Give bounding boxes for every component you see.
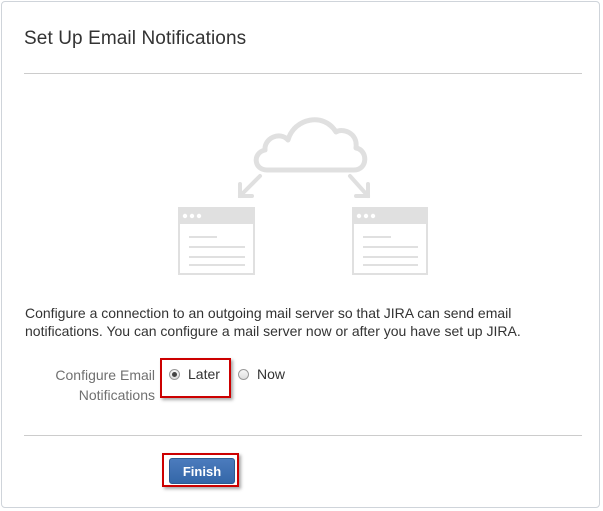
arrow-down-right-icon: [348, 174, 370, 198]
radio-now[interactable]: [238, 368, 249, 380]
arrow-down-left-icon: [238, 174, 262, 198]
radio-option-later[interactable]: Later: [169, 364, 220, 384]
finish-button[interactable]: Finish: [169, 458, 235, 484]
description-text: Configure a connection to an outgoing ma…: [25, 305, 521, 339]
browser-window-icon: [178, 207, 255, 275]
cloud-icon: [253, 117, 368, 173]
header-divider: [24, 73, 582, 74]
mail-server-illustration: [178, 117, 428, 275]
footer-divider: [24, 435, 582, 436]
page-title: Set Up Email Notifications: [24, 28, 247, 49]
setup-dialog: Set Up Email Notifications Configure a c…: [1, 1, 600, 508]
radio-now-label: Now: [257, 366, 286, 382]
configure-email-label: Configure Email Notifications: [55, 367, 155, 403]
browser-window-icon: [352, 207, 428, 275]
radio-later-label: Later: [188, 366, 220, 382]
radio-option-now[interactable]: Now: [238, 364, 285, 384]
radio-later[interactable]: [169, 368, 180, 380]
